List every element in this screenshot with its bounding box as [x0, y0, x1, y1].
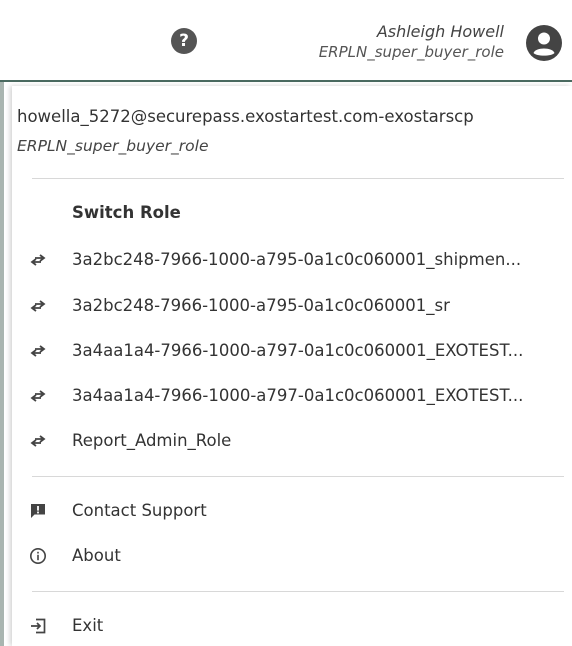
- divider: [32, 591, 564, 592]
- current-role: ERPLN_super_buyer_role: [17, 137, 209, 155]
- about-label: About: [72, 546, 121, 565]
- user-info[interactable]: Ashleigh Howell ERPLN_super_buyer_role: [319, 22, 504, 62]
- exit-item[interactable]: Exit: [12, 606, 572, 646]
- switch-role-item[interactable]: 3a2bc248-7966-1000-a795-0a1c0c060001_sr: [12, 286, 572, 326]
- swap-icon: [30, 435, 46, 447]
- switch-role-item[interactable]: Report_Admin_Role: [12, 421, 572, 461]
- switch-role-heading: Switch Role: [72, 203, 181, 222]
- about-item[interactable]: About: [12, 536, 572, 576]
- user-role: ERPLN_super_buyer_role: [318, 43, 504, 61]
- feedback-icon: [31, 504, 45, 518]
- role-label: 3a2bc248-7966-1000-a795-0a1c0c060001_shi…: [72, 250, 522, 269]
- role-label: Report_Admin_Role: [72, 431, 232, 450]
- logout-icon: [31, 618, 46, 634]
- user-email: howella_5272@securepass.exostartest.com-…: [17, 107, 474, 126]
- swap-icon: [30, 254, 46, 266]
- swap-icon: [30, 300, 46, 312]
- switch-role-item[interactable]: 3a2bc248-7966-1000-a795-0a1c0c060001_shi…: [12, 240, 572, 280]
- swap-icon: [30, 390, 46, 402]
- role-label: 3a4aa1a4-7966-1000-a797-0a1c0c060001_EXO…: [72, 341, 524, 360]
- exit-label: Exit: [72, 616, 104, 635]
- contact-support-label: Contact Support: [72, 501, 207, 520]
- divider: [32, 476, 564, 477]
- divider: [32, 178, 564, 179]
- switch-role-item[interactable]: 3a4aa1a4-7966-1000-a797-0a1c0c060001_EXO…: [12, 376, 572, 416]
- user-name: Ashleigh Howell: [376, 22, 504, 41]
- info-icon: [30, 548, 46, 564]
- contact-support-item[interactable]: Contact Support: [12, 491, 572, 531]
- user-menu-panel: howella_5272@securepass.exostartest.com-…: [12, 86, 572, 646]
- account-circle-icon[interactable]: [526, 25, 562, 61]
- background-edge: [0, 82, 4, 646]
- help-icon[interactable]: ?: [171, 28, 197, 54]
- role-label: 3a2bc248-7966-1000-a795-0a1c0c060001_sr: [72, 296, 450, 315]
- role-label: 3a4aa1a4-7966-1000-a797-0a1c0c060001_EXO…: [72, 386, 524, 405]
- switch-role-item[interactable]: 3a4aa1a4-7966-1000-a797-0a1c0c060001_EXO…: [12, 331, 572, 371]
- top-bar: ? Ashleigh Howell ERPLN_super_buyer_role: [0, 0, 572, 82]
- swap-icon: [30, 345, 46, 357]
